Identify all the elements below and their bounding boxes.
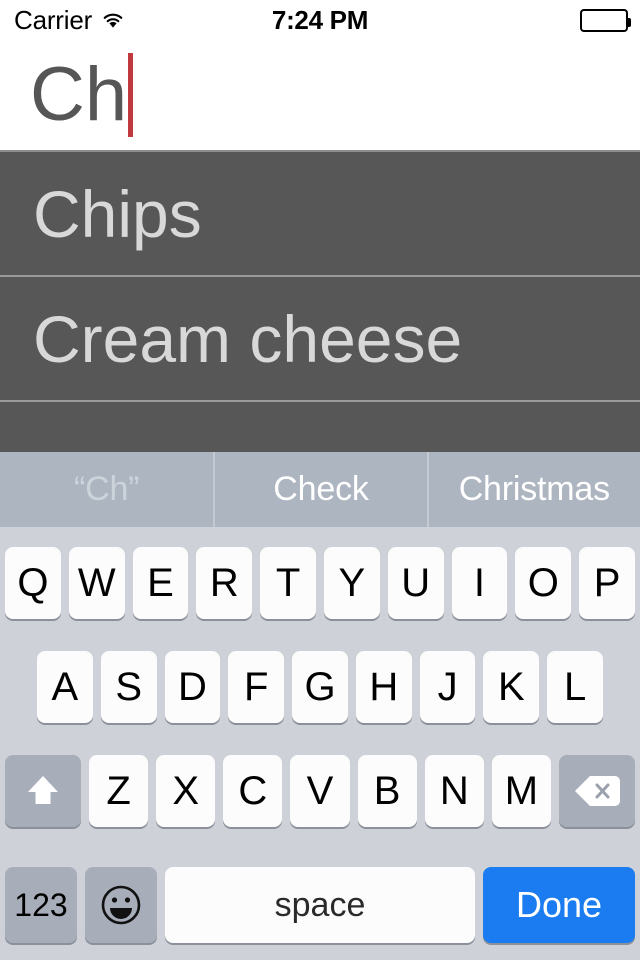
key-k[interactable]: K: [483, 651, 540, 723]
key-a[interactable]: A: [37, 651, 93, 723]
battery-full-icon: [580, 8, 631, 32]
return-done-key[interactable]: Done: [483, 867, 635, 943]
keyboard-row-3: Z X C V B N M: [0, 755, 640, 827]
shift-key[interactable]: [5, 755, 81, 827]
key-i[interactable]: I: [451, 547, 508, 619]
key-j[interactable]: J: [419, 651, 476, 723]
key-n[interactable]: N: [424, 755, 484, 827]
key-t[interactable]: T: [260, 547, 316, 619]
suggestion-label: Chips: [33, 176, 202, 251]
keyboard-row-1: Q W E R T Y U I O P: [0, 547, 640, 619]
key-c[interactable]: C: [223, 755, 283, 827]
delete-key[interactable]: [558, 755, 635, 827]
autocorrect-candidate-check[interactable]: Check: [213, 452, 426, 527]
key-f[interactable]: F: [228, 651, 285, 723]
suggestion-label: Cream cheese: [33, 301, 463, 376]
space-key[interactable]: space: [165, 867, 475, 943]
status-bar-right: [580, 0, 631, 40]
key-h[interactable]: H: [355, 651, 412, 723]
key-v[interactable]: V: [290, 755, 350, 827]
suggestion-item-empty: [0, 402, 640, 452]
key-u[interactable]: U: [387, 547, 444, 619]
on-screen-keyboard: Q W E R T Y U I O P A S D F G H J K L Z …: [0, 527, 640, 960]
key-g[interactable]: G: [292, 651, 348, 723]
numbers-key[interactable]: 123: [5, 867, 77, 943]
phone-screen: Carrier 7:24 PM Ch Chips Cream cheese “C…: [0, 0, 640, 960]
delete-icon: [573, 774, 621, 808]
shift-icon: [23, 771, 63, 811]
autocorrect-candidate-christmas[interactable]: Christmas: [426, 452, 640, 527]
key-d[interactable]: D: [164, 651, 221, 723]
key-y[interactable]: Y: [323, 547, 380, 619]
key-e[interactable]: E: [132, 547, 189, 619]
key-p[interactable]: P: [579, 547, 635, 619]
autocorrect-candidate-literal[interactable]: “Ch”: [0, 452, 213, 527]
status-bar-time: 7:24 PM: [271, 4, 369, 35]
suggestion-item-chips[interactable]: Chips: [0, 152, 640, 277]
suggestion-item-cream-cheese[interactable]: Cream cheese: [0, 277, 640, 402]
text-input-field[interactable]: Ch: [0, 40, 640, 152]
status-bar: Carrier 7:24 PM: [0, 0, 640, 40]
text-caret: [128, 53, 134, 137]
key-s[interactable]: S: [100, 651, 157, 723]
key-b[interactable]: B: [357, 755, 417, 827]
emoji-icon: [98, 882, 144, 928]
emoji-key[interactable]: [85, 867, 157, 943]
keyboard-row-4: 123 space Done: [0, 867, 640, 943]
autocorrect-bar: “Ch” Check Christmas: [0, 452, 640, 527]
key-o[interactable]: O: [515, 547, 572, 619]
suggestion-list: Chips Cream cheese: [0, 152, 640, 452]
key-m[interactable]: M: [491, 755, 551, 827]
key-w[interactable]: W: [68, 547, 125, 619]
key-x[interactable]: X: [156, 755, 216, 827]
key-l[interactable]: L: [547, 651, 604, 723]
keyboard-row-2: A S D F G H J K L: [0, 651, 640, 723]
battery-cap: [628, 17, 631, 27]
key-z[interactable]: Z: [89, 755, 149, 827]
text-input-content: Ch: [30, 40, 134, 150]
key-q[interactable]: Q: [5, 547, 61, 619]
text-input-value: Ch: [30, 52, 128, 137]
key-r[interactable]: R: [196, 547, 253, 619]
